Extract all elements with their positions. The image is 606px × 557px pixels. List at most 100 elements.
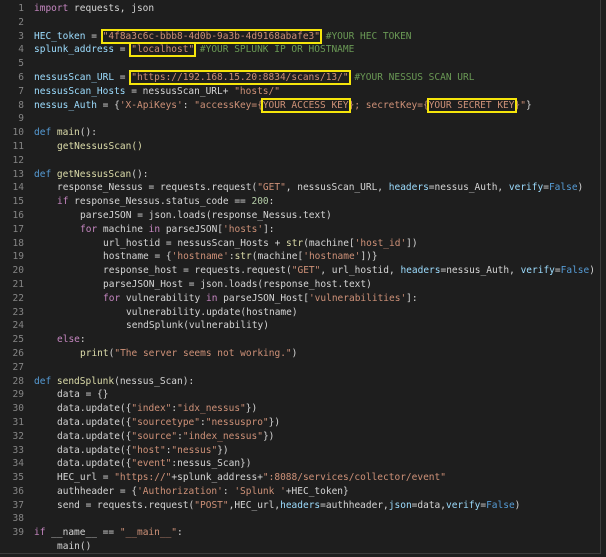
string-access-key-prefix: "accessKey={ — [194, 99, 263, 111]
line-number: 1 — [18, 3, 24, 14]
line-number: 9 — [18, 113, 24, 125]
string-secret-key-prefix: }; secretKey={ — [348, 99, 429, 111]
expr: parseJSON = json.loads(response_Nessus.t… — [80, 209, 332, 221]
keyword-for: for — [80, 223, 98, 235]
keyword-def: def — [34, 127, 52, 139]
colon: : — [268, 196, 275, 208]
expr: ) — [514, 499, 521, 511]
expr: , url_hostid, — [320, 265, 401, 277]
line-number: 34 — [12, 458, 24, 470]
string-collector-path: ":8088/services/collector/event" — [262, 472, 446, 484]
nessus-scan-url-value-highlighted: "https://192.168.15.20:8834/scans/13/" — [129, 69, 351, 85]
code-line-37: send = requests.request("POST",HEC_url,h… — [34, 499, 600, 513]
code-line-38: if __name__ == "__main__": — [34, 526, 600, 540]
code-line-23: vulnerability.update(hostname) — [34, 306, 600, 320]
line-number: 19 — [12, 251, 24, 263]
expr: , nessusScan_URL, — [285, 182, 389, 194]
string-key: "source" — [131, 430, 178, 442]
expr: =authheader, — [320, 499, 389, 511]
line-number: 28 — [12, 375, 24, 387]
variable-nessus-scan-url: nessusScan_URL — [34, 71, 115, 83]
code-line-11: getNessusScan() — [34, 140, 600, 154]
keyword-for: for — [103, 292, 121, 304]
code-line-26: print("The server seems not working.") — [34, 347, 600, 361]
keyword-if: if — [34, 527, 46, 539]
code-line-15: if response_Nessus.status_code == 200: — [34, 195, 600, 209]
expr: }) — [217, 444, 229, 456]
import-modules: requests, json — [68, 3, 155, 14]
expr: ) — [577, 182, 584, 194]
expr: ]: — [406, 292, 418, 304]
param-verify: verify — [446, 499, 481, 511]
colon: : — [177, 527, 183, 539]
expr: __name__ == — [45, 527, 120, 539]
builtin-print: print — [80, 347, 109, 359]
function-name-main: main — [51, 127, 80, 139]
line-number: 12 — [12, 154, 24, 166]
code-editor[interactable]: 1 2 3 4 5 6 7 8 9 10 11 12 13 14 15 16 17 18 19 20 21 22 23 24 2… — [0, 0, 601, 554]
keyword-false: False — [486, 499, 515, 511]
line-number: 31 — [12, 416, 24, 428]
param-headers: headers — [388, 182, 429, 194]
code-line-39: main() — [34, 540, 600, 554]
call-main: main() — [57, 541, 92, 553]
code-line-35: HEC_url = "https://"+splunk_address+":80… — [34, 471, 600, 485]
string-value: "nessus" — [171, 444, 218, 456]
code-line-19: hostname = {'hostname':str(machine['host… — [34, 250, 600, 264]
params: (nessus_Scan): — [114, 375, 195, 387]
variable-hec-token: HEC_token — [34, 30, 86, 42]
keyword-in: in — [205, 292, 218, 304]
code-line-20: response_host = requests.request("GET", … — [34, 264, 600, 278]
expr: data.update({ — [57, 403, 132, 415]
keyword-false: False — [560, 265, 590, 277]
code-line-4: splunk_address = "localhost" #YOUR SPLUN… — [34, 42, 600, 58]
line-number: 38 — [12, 513, 24, 525]
code-line-32: data.update({"source":"index_nessus"}) — [34, 430, 600, 444]
line-number: 11 — [12, 140, 24, 152]
code-line-18: url_hostid = nessusScan_Hosts + str(mach… — [34, 237, 600, 251]
line-number: 8 — [18, 99, 24, 111]
line-number-gutter: 1 2 3 4 5 6 7 8 9 10 11 12 13 14 15 16 17 18 19 20 21 22 23 24 2… — [0, 2, 24, 540]
brace-close: } — [525, 99, 532, 111]
line-number: 6 — [18, 71, 24, 83]
line-number: 13 — [12, 168, 24, 180]
assign-op: = { — [96, 99, 120, 111]
string-hostname: 'hostname' — [303, 251, 361, 263]
expr: hostname = { — [103, 251, 172, 263]
string-main: "__main__" — [119, 527, 178, 539]
line-number: 27 — [12, 361, 24, 373]
param-verify: verify — [508, 182, 544, 194]
expr: (machine[ — [251, 251, 304, 263]
assign-op: = — [114, 71, 132, 83]
code-area[interactable]: import requests, json HEC_token = "4f8a3… — [34, 2, 600, 554]
line-number: 35 — [12, 472, 24, 484]
assign-op: = — [85, 30, 103, 42]
params: (): — [79, 127, 97, 139]
line-number: 37 — [12, 499, 24, 511]
line-number: 20 — [12, 265, 24, 277]
code-line-13: def getNessusScan(): — [34, 168, 600, 182]
line-number: 36 — [12, 485, 24, 497]
code-line-25: else: — [34, 333, 600, 347]
variable-splunk-address: splunk_address — [34, 44, 115, 56]
line-number: 5 — [18, 58, 24, 70]
expr: parseJSON_Host = json.loads(response_hos… — [103, 278, 372, 290]
code-line-17: for machine in parseJSON['hosts']: — [34, 223, 600, 237]
expr: parseJSON[ — [160, 223, 224, 235]
expr: data = {} — [57, 389, 109, 401]
expr: response_Nessus.status_code == — [68, 196, 252, 208]
line-number: 32 — [12, 430, 24, 442]
call-get-nessus-scan: getNessusScan() — [57, 140, 143, 152]
line-number: 3 — [18, 30, 24, 42]
code-line-33: data.update({"host":"nessus"}) — [34, 444, 600, 458]
line-number: 4 — [18, 44, 24, 56]
comment-splunk-address: #YOUR SPLUNK IP OR HOSTNAME — [194, 44, 355, 56]
number-200: 200 — [251, 196, 269, 208]
expr: vulnerability — [120, 292, 206, 304]
string-hostname-key: 'hostname' — [171, 251, 229, 263]
line-number: 17 — [12, 223, 24, 235]
string-vulnerabilities: 'vulnerabilities' — [308, 292, 407, 304]
